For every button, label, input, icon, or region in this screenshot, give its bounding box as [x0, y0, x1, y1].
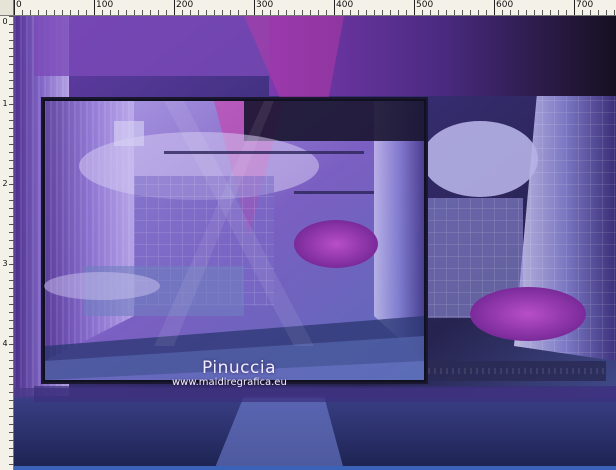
horizontal-scrollbar[interactable]: [14, 466, 616, 470]
ruler-minor-tick: [358, 10, 359, 15]
ruler-minor-tick: [598, 10, 599, 15]
ruler-minor-tick: [566, 10, 567, 15]
ruler-label: 100: [96, 0, 114, 10]
ruler-minor-tick: [326, 10, 327, 15]
ruler-minor-tick: [278, 10, 279, 15]
ruler-minor-tick: [478, 10, 479, 15]
ruler-minor-tick: [62, 10, 63, 15]
ruler-minor-tick: [262, 10, 263, 15]
ruler-minor-tick: [110, 10, 111, 15]
ruler-minor-tick: [446, 10, 447, 15]
ruler-minor-tick: [86, 10, 87, 15]
artist-url: www.maidiregrafica.eu: [172, 377, 287, 388]
ruler-minor-tick: [214, 10, 215, 15]
ruler-minor-tick: [606, 10, 607, 15]
ruler-major-tick: [94, 0, 95, 15]
ruler-minor-tick: [102, 10, 103, 15]
horizontal-ruler: 0 100 200 300 400 500 600 700: [0, 0, 616, 16]
ruler-minor-tick: [398, 10, 399, 15]
ruler-label: 500: [416, 0, 434, 10]
ruler-minor-tick: [350, 10, 351, 15]
ruler-minor-tick: [310, 10, 311, 15]
ruler-label: 0: [16, 0, 22, 10]
ruler-minor-tick: [206, 10, 207, 15]
ruler-minor-tick: [582, 10, 583, 15]
ruler-label: 1: [2, 99, 8, 108]
ruler-minor-tick: [70, 10, 71, 15]
ruler-label: 3: [2, 259, 8, 268]
ruler-minor-tick: [118, 10, 119, 15]
ruler-major-tick: [174, 0, 175, 15]
ruler-minor-tick: [518, 10, 519, 15]
ruler-label: 700: [576, 0, 594, 10]
ruler-major-tick: [334, 0, 335, 15]
ruler-label: 300: [256, 0, 274, 10]
ruler-major-tick: [254, 0, 255, 15]
ruler-minor-tick: [182, 10, 183, 15]
ruler-minor-tick: [190, 10, 191, 15]
ruler-minor-tick: [54, 10, 55, 15]
ruler-minor-tick: [390, 10, 391, 15]
ruler-minor-tick: [406, 10, 407, 15]
ruler-minor-tick: [534, 10, 535, 15]
ruler-minor-tick: [342, 10, 343, 15]
ruler-minor-tick: [510, 10, 511, 15]
vertical-ruler: 0 1 2 3 4: [0, 16, 14, 470]
ruler-minor-tick: [198, 10, 199, 15]
artist-signature: Pinuccia: [202, 358, 276, 378]
ruler-minor-tick: [302, 10, 303, 15]
image-canvas[interactable]: Pinuccia www.maidiregrafica.eu: [14, 16, 616, 470]
ruler-minor-tick: [270, 10, 271, 15]
ruler-minor-tick: [22, 10, 23, 15]
ruler-minor-tick: [542, 10, 543, 15]
ruler-minor-tick: [470, 10, 471, 15]
ruler-label: 200: [176, 0, 194, 10]
ruler-minor-tick: [374, 10, 375, 15]
ruler-minor-tick: [318, 10, 319, 15]
ruler-minor-tick: [294, 10, 295, 15]
ruler-minor-tick: [486, 10, 487, 15]
ruler-label: 2: [2, 179, 8, 188]
ruler-minor-tick: [126, 10, 127, 15]
ruler-minor-tick: [462, 10, 463, 15]
ruler-minor-tick: [590, 10, 591, 15]
ruler-minor-tick: [230, 10, 231, 15]
ruler-minor-tick: [382, 10, 383, 15]
ruler-minor-tick: [150, 10, 151, 15]
ruler-label: 400: [336, 0, 354, 10]
ruler-minor-tick: [46, 10, 47, 15]
ruler-minor-tick: [614, 10, 615, 15]
ruler-major-tick: [14, 0, 15, 15]
ruler-minor-tick: [286, 10, 287, 15]
ruler-minor-tick: [438, 10, 439, 15]
ruler-minor-tick: [550, 10, 551, 15]
ruler-minor-tick: [222, 10, 223, 15]
ruler-minor-tick: [78, 10, 79, 15]
ruler-minor-tick: [246, 10, 247, 15]
ruler-minor-tick: [134, 10, 135, 15]
ruler-minor-tick: [238, 10, 239, 15]
ruler-minor-tick: [430, 10, 431, 15]
ruler-minor-tick: [454, 10, 455, 15]
ruler-label: 600: [496, 0, 514, 10]
ruler-minor-tick: [158, 10, 159, 15]
ruler-minor-tick: [366, 10, 367, 15]
ruler-minor-tick: [166, 10, 167, 15]
ruler-major-tick: [574, 0, 575, 15]
ruler-major-tick: [494, 0, 495, 15]
ruler-minor-tick: [422, 10, 423, 15]
ruler-minor-tick: [502, 10, 503, 15]
ruler-major-tick: [414, 0, 415, 15]
ruler-minor-tick: [142, 10, 143, 15]
ruler-minor-tick: [558, 10, 559, 15]
ruler-minor-tick: [526, 10, 527, 15]
ruler-label: 0: [2, 17, 8, 26]
ruler-minor-tick: [38, 10, 39, 15]
ruler-minor-tick: [30, 10, 31, 15]
ruler-corner: [0, 0, 14, 16]
ruler-label: 4: [2, 339, 8, 348]
artwork: [14, 16, 616, 470]
